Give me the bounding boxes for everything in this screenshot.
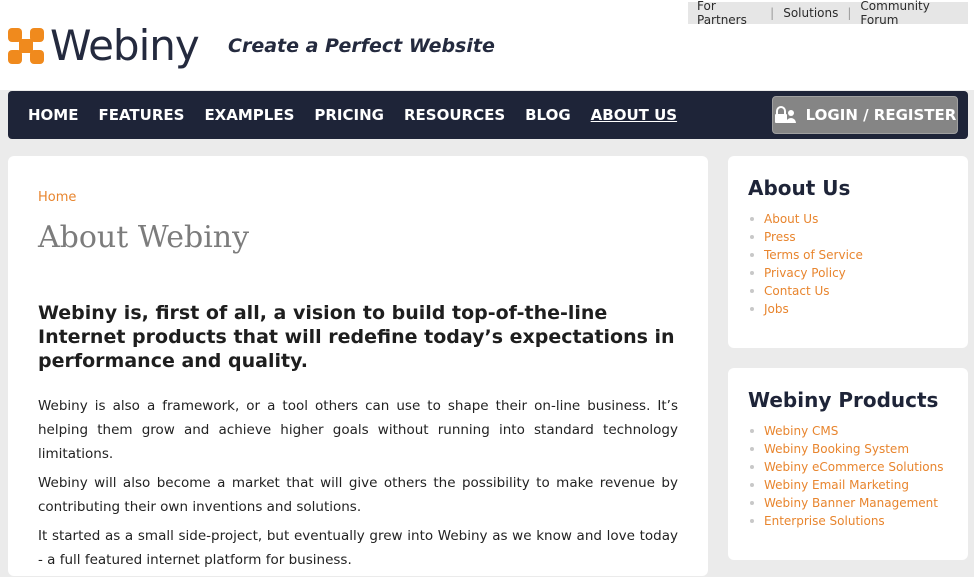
paragraph: It started as a small side-project, but … [38, 528, 678, 568]
login-register-label: LOGIN / REGISTER [805, 106, 957, 124]
nav-pricing[interactable]: PRICING [314, 106, 384, 124]
nav-home[interactable]: HOME [28, 106, 78, 124]
webiny-logo-icon [8, 28, 44, 64]
link-community-forum[interactable]: Community Forum [851, 0, 968, 27]
nav-features[interactable]: FEATURES [98, 106, 184, 124]
sidebar-title: About Us [748, 176, 851, 200]
sidebar-link-about-us[interactable]: About Us [748, 210, 863, 228]
main-nav: HOME FEATURES EXAMPLES PRICING RESOURCES… [8, 91, 968, 139]
sidebar-link-privacy[interactable]: Privacy Policy [748, 264, 863, 282]
body-text: Webiny is also a framework, or a tool ot… [38, 394, 678, 577]
paragraph: Webiny will also become a market that wi… [38, 475, 678, 515]
nav-resources[interactable]: RESOURCES [404, 106, 505, 124]
logo[interactable]: Webiny [8, 21, 200, 70]
nav-blog[interactable]: BLOG [525, 106, 571, 124]
sidebar-link-contact[interactable]: Contact Us [748, 282, 863, 300]
page-title: About Webiny [38, 220, 250, 255]
tagline: Create a Perfect Website [228, 35, 495, 57]
top-links-bar: For Partners | Solutions | Community For… [688, 0, 968, 27]
link-for-partners[interactable]: For Partners [688, 0, 770, 27]
sidebar-link-ecommerce[interactable]: Webiny eCommerce Solutions [748, 458, 943, 476]
sidebar-products-list: Webiny CMS Webiny Booking System Webiny … [748, 422, 943, 530]
breadcrumb-home[interactable]: Home [38, 190, 76, 205]
sidebar-link-press[interactable]: Press [748, 228, 863, 246]
sidebar-link-cms[interactable]: Webiny CMS [748, 422, 943, 440]
lead-paragraph: Webiny is, first of all, a vision to bui… [38, 302, 675, 372]
logo-text: Webiny [50, 21, 200, 70]
sidebar-about-list: About Us Press Terms of Service Privacy … [748, 210, 863, 318]
sidebar-about-us: About Us About Us Press Terms of Service… [728, 156, 968, 348]
sidebar-link-enterprise[interactable]: Enterprise Solutions [748, 512, 943, 530]
sidebar-link-email-marketing[interactable]: Webiny Email Marketing [748, 476, 943, 494]
nav-about-us[interactable]: ABOUT US [591, 106, 677, 124]
paragraph: Webiny is also a framework, or a tool ot… [38, 398, 678, 462]
nav-examples[interactable]: EXAMPLES [204, 106, 294, 124]
lock-user-icon [774, 106, 796, 124]
sidebar-products: Webiny Products Webiny CMS Webiny Bookin… [728, 368, 968, 560]
login-register-button[interactable]: LOGIN / REGISTER [772, 96, 958, 134]
link-solutions[interactable]: Solutions [774, 6, 847, 20]
sidebar-link-booking[interactable]: Webiny Booking System [748, 440, 943, 458]
sidebar-link-banner[interactable]: Webiny Banner Management [748, 494, 943, 512]
main-content: Home About Webiny Webiny is, first of al… [8, 156, 708, 576]
sidebar-link-terms[interactable]: Terms of Service [748, 246, 863, 264]
sidebar-title: Webiny Products [748, 388, 939, 412]
sidebar-link-jobs[interactable]: Jobs [748, 300, 863, 318]
nav-items: HOME FEATURES EXAMPLES PRICING RESOURCES… [28, 91, 697, 139]
header: For Partners | Solutions | Community For… [0, 0, 974, 90]
